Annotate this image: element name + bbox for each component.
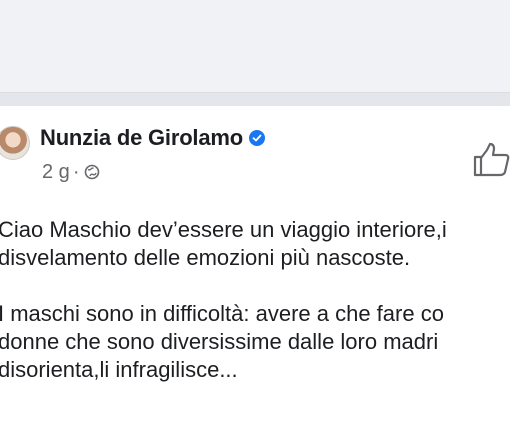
author-name[interactable]: Nunzia de Girolamo xyxy=(40,125,243,151)
post-line: I maschi sono in difficoltà: avere a che… xyxy=(0,301,444,326)
thumbs-up-icon[interactable] xyxy=(472,142,510,178)
post-meta: 2 g · xyxy=(42,161,100,183)
post-line: disvelamento delle emozioni più nascoste… xyxy=(0,245,411,270)
post-paragraph: Ciao Maschio dev’essere un viaggio inter… xyxy=(0,216,510,272)
post-paragraph: I maschi sono in difficoltà: avere a che… xyxy=(0,300,510,384)
post-card: Nunzia de Girolamo 2 g · Ciao Maschio de… xyxy=(0,106,510,435)
meta-separator: · xyxy=(72,160,80,183)
post-line: Ciao Maschio dev’essere un viaggio inter… xyxy=(0,217,447,242)
post-line: disorienta,li infragilisce... xyxy=(0,357,238,382)
page-background-top xyxy=(0,0,510,92)
verified-badge-icon xyxy=(248,130,265,146)
feed-divider xyxy=(0,92,510,107)
post-body: Ciao Maschio dev’essere un viaggio inter… xyxy=(0,216,510,384)
post-line: donne che sono diversissime dalle loro m… xyxy=(0,329,439,354)
author-avatar[interactable] xyxy=(0,126,30,160)
post-timestamp[interactable]: 2 g xyxy=(42,161,70,184)
globe-icon xyxy=(85,164,100,180)
author-row: Nunzia de Girolamo xyxy=(40,124,265,152)
